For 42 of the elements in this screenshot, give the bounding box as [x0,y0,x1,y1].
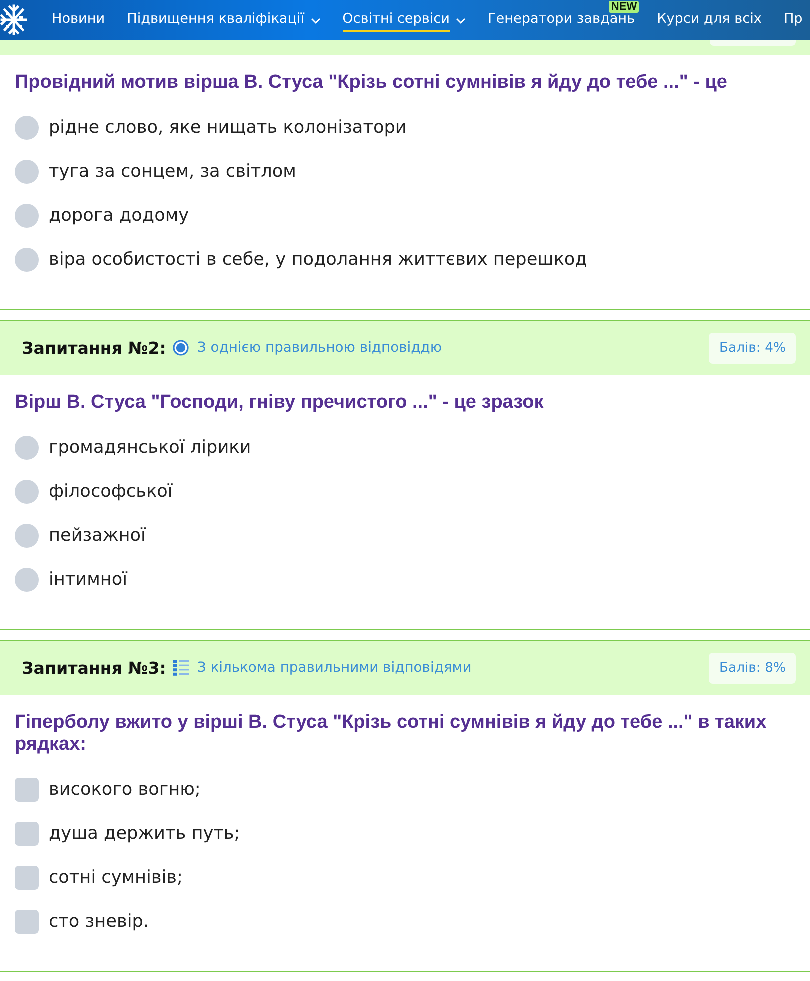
answer-option: віра особистості в себе, у подолання життєвих перешкод [49,250,588,270]
answer-option: сотні сумнівів; [49,868,183,888]
score-badge: Балів: 8% [709,652,796,684]
answer-option: рідне слово, яке нищать колонізатори [49,118,407,138]
answer-option: інтимної [49,570,128,590]
score-badge: Балів: 4% [709,332,796,364]
answer-option: дорога додому [49,206,190,226]
question-text: Гіперболу вжито у вірші В. Стуса "Крізь сотні сумнівів я йду до тебе ..." в таких рядках: [15,712,768,756]
radio-type-icon [173,340,190,356]
answer-option: сто зневір. [49,912,149,932]
answer-option: душа держить путь; [49,824,240,844]
question-type-label: З однією правильною відповіддю [197,340,442,356]
answer-option: пейзажної [49,526,146,546]
checkbox[interactable] [15,822,39,846]
radio-button[interactable] [15,160,39,184]
radio-button[interactable] [15,480,39,504]
checkbox[interactable] [15,778,39,802]
nav-link[interactable]: Освітні сервіси [342,0,466,40]
question-number: Запитання №3: [22,658,166,678]
radio-button[interactable] [15,204,39,228]
radio-button[interactable] [15,568,39,592]
radio-button[interactable] [15,524,39,548]
radio-button[interactable] [15,116,39,140]
checkbox[interactable] [15,866,39,890]
snowflake-logo-icon[interactable] [0,4,28,36]
radio-button[interactable] [15,248,39,272]
question-text: Провідний мотив вірша В. Стуса "Крізь сотні сумнівів я йду до тебе ..." - це [15,72,728,94]
nav-link[interactable]: Підвищення кваліфікації [127,0,321,40]
answer-option: туга за сонцем, за світлом [49,162,296,182]
question-type-label: З кількома правильними відповідями [197,660,472,676]
answer-option: філософської [49,482,173,502]
checkbox[interactable] [15,910,39,934]
radio-button[interactable] [15,436,39,460]
question-number: Запитання №2: [22,338,166,358]
nav-link[interactable]: Курси для всіх [657,0,762,40]
answer-option: високого вогню; [49,780,201,800]
nav-link[interactable]: Новини [52,0,106,40]
new-badge: NEW [609,1,640,13]
answer-option: громадянської лірики [49,438,252,458]
question-text: Вірш В. Стуса "Господи, гніву пречистого ..." - це зразок [15,392,545,414]
list-type-icon [173,660,190,676]
nav-link[interactable]: Пр [784,0,803,40]
